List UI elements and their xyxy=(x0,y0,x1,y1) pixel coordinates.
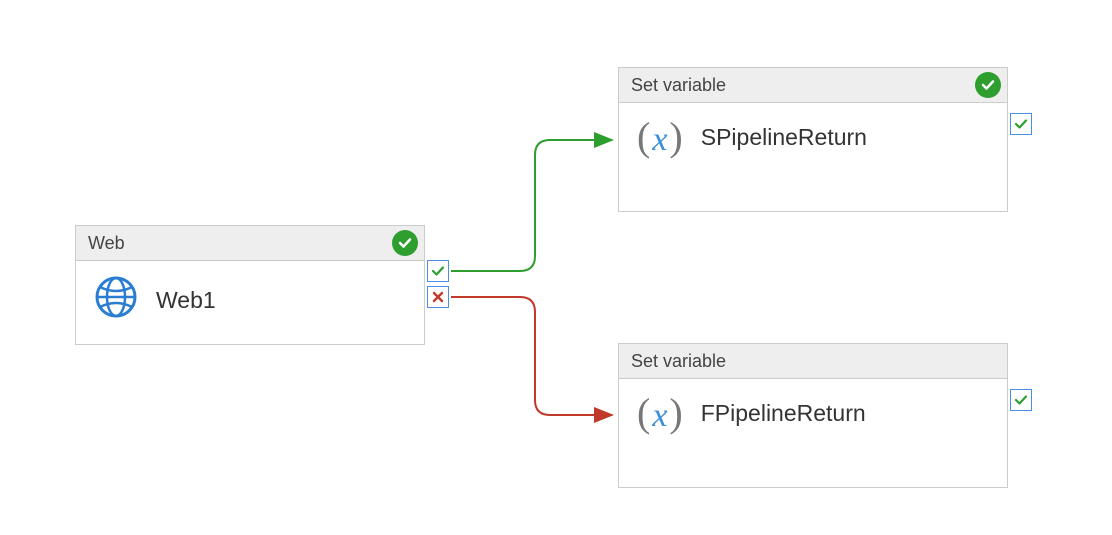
globe-icon xyxy=(94,275,138,325)
node-setvar-s-body: (x) SPipelineReturn xyxy=(619,103,1007,171)
node-setvar-s-header: Set variable xyxy=(619,68,1007,103)
node-setvar-f-name: FPipelineReturn xyxy=(701,400,866,427)
connector-success[interactable] xyxy=(427,260,449,282)
node-setvar-f-body: (x) FPipelineReturn xyxy=(619,379,1007,447)
node-setvar-f-header: Set variable xyxy=(619,344,1007,379)
connector-success[interactable] xyxy=(1010,389,1032,411)
connector-success[interactable] xyxy=(1010,113,1032,135)
variable-icon: (x) xyxy=(637,117,683,157)
connector-failure[interactable] xyxy=(427,286,449,308)
success-badge-icon xyxy=(392,230,418,256)
node-setvar-f-type-label: Set variable xyxy=(631,351,726,372)
edge-failure xyxy=(451,297,612,415)
success-badge-icon xyxy=(975,72,1001,98)
node-web[interactable]: Web Web1 xyxy=(75,225,425,345)
node-web-header: Web xyxy=(76,226,424,261)
node-setvar-s-type-label: Set variable xyxy=(631,75,726,96)
node-setvar-s[interactable]: Set variable (x) SPipelineReturn xyxy=(618,67,1008,212)
node-web-type-label: Web xyxy=(88,233,125,254)
node-setvar-f[interactable]: Set variable (x) FPipelineReturn xyxy=(618,343,1008,488)
node-web-name: Web1 xyxy=(156,287,216,314)
variable-icon: (x) xyxy=(637,393,683,433)
edge-success xyxy=(451,140,612,271)
node-web-body: Web1 xyxy=(76,261,424,339)
node-setvar-s-name: SPipelineReturn xyxy=(701,124,867,151)
